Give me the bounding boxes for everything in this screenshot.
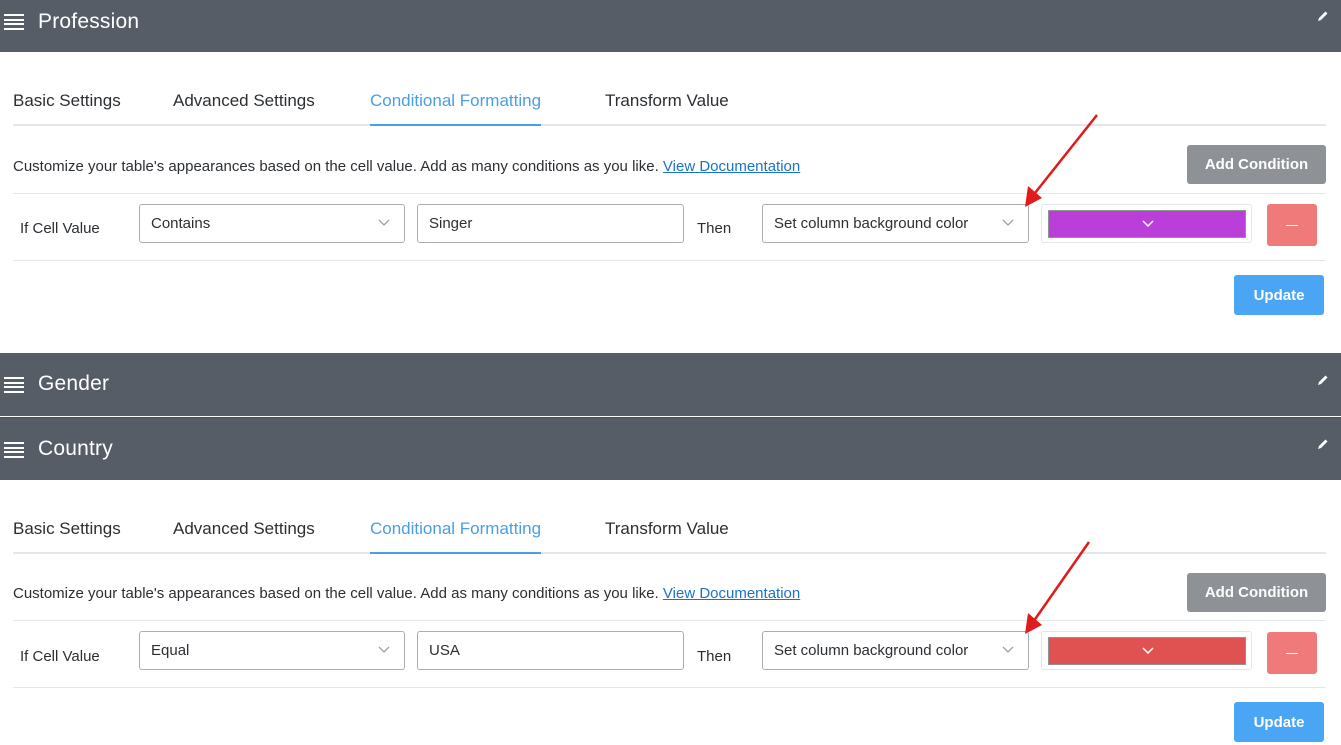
operator-value: Equal <box>151 642 190 659</box>
tab-basic-settings[interactable]: Basic Settings <box>13 88 121 126</box>
add-condition-button[interactable]: Add Condition <box>1187 573 1326 612</box>
tab-advanced-settings[interactable]: Advanced Settings <box>173 88 315 126</box>
minus-icon <box>1286 224 1298 226</box>
description-text: Customize your table's appearances based… <box>13 158 801 175</box>
divider <box>13 260 1326 261</box>
pencil-icon[interactable] <box>1317 374 1329 386</box>
then-label: Then <box>697 220 732 237</box>
color-picker[interactable] <box>1041 631 1252 670</box>
color-swatch[interactable] <box>1048 210 1246 238</box>
column-title: Country <box>38 437 113 460</box>
divider <box>13 687 1326 688</box>
operator-select[interactable]: Contains <box>139 204 405 243</box>
tab-advanced-settings[interactable]: Advanced Settings <box>173 516 315 554</box>
view-documentation-link[interactable]: View Documentation <box>663 158 800 175</box>
settings-tabs: Basic Settings Advanced Settings Conditi… <box>13 516 1326 554</box>
minus-icon <box>1286 652 1298 654</box>
if-cell-value-label: If Cell Value <box>20 220 100 237</box>
pencil-icon[interactable] <box>1317 10 1329 22</box>
divider <box>13 620 1326 621</box>
operator-value: Contains <box>151 215 211 232</box>
if-cell-value-label: If Cell Value <box>20 648 100 665</box>
chevron-down-icon <box>1142 647 1154 655</box>
update-button[interactable]: Update <box>1234 275 1324 315</box>
chevron-down-icon <box>1002 219 1014 226</box>
remove-condition-button[interactable] <box>1267 632 1317 674</box>
then-label: Then <box>697 648 732 665</box>
color-swatch[interactable] <box>1048 637 1246 665</box>
condition-value-input[interactable]: USA <box>417 631 684 670</box>
tab-conditional-formatting[interactable]: Conditional Formatting <box>370 88 542 126</box>
settings-tabs: Basic Settings Advanced Settings Conditi… <box>13 88 1326 126</box>
column-header-profession[interactable]: Profession <box>0 0 1341 52</box>
remove-condition-button[interactable] <box>1267 204 1317 246</box>
column-title: Gender <box>38 372 110 395</box>
column-header-gender[interactable]: Gender <box>0 353 1341 416</box>
action-value: Set column background color <box>774 642 969 659</box>
operator-select[interactable]: Equal <box>139 631 405 670</box>
tab-transform-value[interactable]: Transform Value <box>605 516 729 554</box>
action-select[interactable]: Set column background color <box>762 204 1029 243</box>
drag-handle-icon[interactable] <box>4 377 24 393</box>
action-value: Set column background color <box>774 215 969 232</box>
color-picker[interactable] <box>1041 204 1252 243</box>
pencil-icon[interactable] <box>1317 438 1329 450</box>
tab-conditional-formatting[interactable]: Conditional Formatting <box>370 516 542 554</box>
action-select[interactable]: Set column background color <box>762 631 1029 670</box>
column-title: Profession <box>38 10 140 33</box>
divider <box>13 193 1326 194</box>
condition-value-input[interactable]: Singer <box>417 204 684 243</box>
update-button[interactable]: Update <box>1234 702 1324 742</box>
view-documentation-link[interactable]: View Documentation <box>663 585 800 602</box>
chevron-down-icon <box>378 219 390 226</box>
column-header-country[interactable]: Country <box>0 417 1341 480</box>
drag-handle-icon[interactable] <box>4 14 24 30</box>
chevron-down-icon <box>1002 646 1014 653</box>
add-condition-button[interactable]: Add Condition <box>1187 145 1326 184</box>
chevron-down-icon <box>378 646 390 653</box>
drag-handle-icon[interactable] <box>4 442 24 458</box>
tab-basic-settings[interactable]: Basic Settings <box>13 516 121 554</box>
chevron-down-icon <box>1142 220 1154 228</box>
tab-transform-value[interactable]: Transform Value <box>605 88 729 126</box>
description-text: Customize your table's appearances based… <box>13 585 801 602</box>
